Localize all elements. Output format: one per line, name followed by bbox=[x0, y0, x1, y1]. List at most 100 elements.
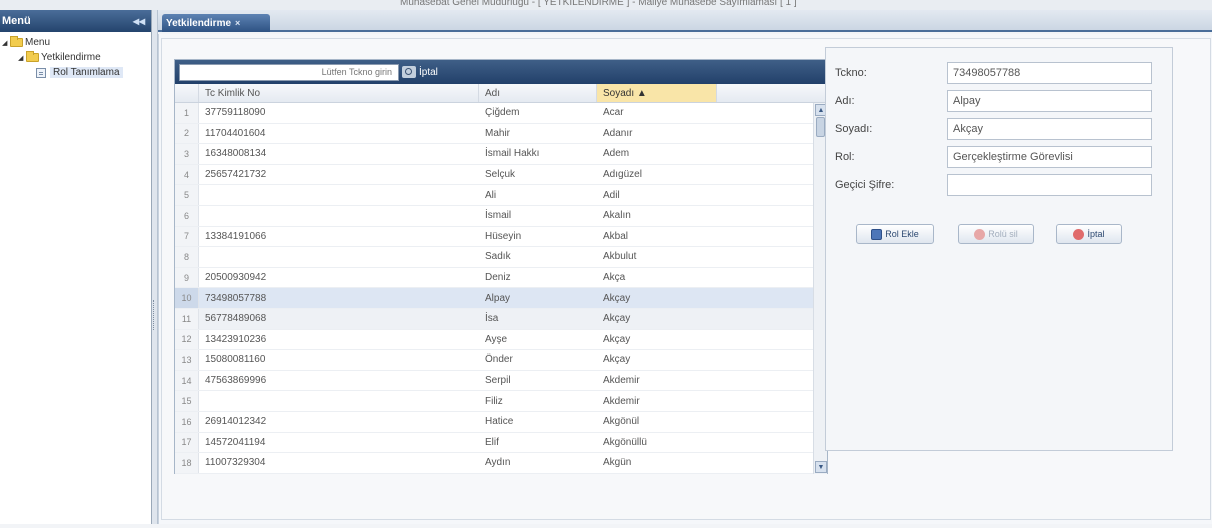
tc-cell: 73498057788 bbox=[205, 292, 267, 304]
row-number-cell: 15 bbox=[175, 391, 199, 411]
tree-expand-icon[interactable]: ◢ bbox=[2, 39, 10, 47]
form-row-adi: Adı: Alpay bbox=[835, 90, 1165, 112]
save-icon bbox=[871, 228, 883, 240]
table-row[interactable]: 5 Ali Adil bbox=[175, 185, 815, 206]
table-row[interactable]: 16 26914012342 Hatice Akgönül bbox=[175, 411, 815, 433]
rol-ekle-button[interactable]: Rol Ekle bbox=[856, 224, 934, 244]
tc-cell bbox=[199, 391, 479, 411]
tab-yetkilendirme[interactable]: Yetkilendirme × bbox=[162, 14, 270, 32]
table-row[interactable]: 3 16348008134 İsmail Hakkı Adem bbox=[175, 144, 815, 165]
table-row[interactable]: 4 25657421732 Selçuk Adıgüzel bbox=[175, 164, 815, 186]
tc-cell: 56778489068 bbox=[205, 313, 267, 325]
form-row-rol: Rol: Gerçekleştirme Görevlisi bbox=[835, 146, 1165, 168]
ad-cell: Sadık bbox=[485, 251, 511, 263]
grid-cancel-button[interactable]: İptal bbox=[419, 67, 438, 78]
table-row[interactable]: 17 14572041194 Elif Akgönüllü bbox=[175, 432, 815, 454]
soyad-cell: Akdemir bbox=[603, 375, 640, 387]
tc-cell: 20500930942 bbox=[205, 272, 267, 284]
table-row[interactable]: 12 13423910236 Ayşe Akçay bbox=[175, 329, 815, 351]
tree-item-rol-tanimlama[interactable]: Rol Tanımlama bbox=[0, 65, 151, 80]
tree-item-yetkilendirme[interactable]: ◢ Yetkilendirme bbox=[0, 50, 151, 65]
ad-cell: Ayşe bbox=[485, 333, 508, 345]
table-row[interactable]: 8 Sadık Akbulut bbox=[175, 247, 815, 268]
row-number-cell: 5 bbox=[175, 185, 199, 205]
table-row[interactable]: 10 73498057788 Alpay Akçay bbox=[175, 288, 815, 309]
soyad-cell: Akalın bbox=[603, 210, 631, 222]
gecici-sifre-field[interactable] bbox=[947, 174, 1152, 196]
content-panel: İptal Tc Kimlik No Adı Soyadı ▲ 1 3775911… bbox=[161, 38, 1211, 520]
row-number-cell: 7 bbox=[175, 226, 199, 247]
content-area: İptal Tc Kimlik No Adı Soyadı ▲ 1 3775911… bbox=[158, 34, 1212, 524]
row-number-cell: 13 bbox=[175, 350, 199, 370]
soyad-cell: Akbulut bbox=[603, 251, 637, 263]
menu-panel: Menü ◂◂ ◢ Menu ◢ Yetkilendirme Rol Tanım… bbox=[0, 10, 152, 524]
ad-cell: Mahir bbox=[485, 127, 511, 139]
soyad-cell: Akçay bbox=[603, 292, 631, 304]
tree-item-menu[interactable]: ◢ Menu bbox=[0, 35, 151, 50]
scroll-thumb[interactable] bbox=[816, 117, 825, 137]
ad-cell: Selçuk bbox=[485, 169, 516, 181]
adi-label: Adı: bbox=[835, 95, 855, 107]
row-number-cell: 8 bbox=[175, 247, 199, 267]
scroll-down-icon[interactable]: ▼ bbox=[815, 461, 827, 473]
table-row[interactable]: 13 15080081160 Önder Akçay bbox=[175, 350, 815, 371]
tab-close-icon[interactable]: × bbox=[235, 18, 240, 28]
form-row-gecici-sifre: Geçici Şifre: bbox=[835, 174, 1165, 196]
soyad-cell: Akgönüllü bbox=[603, 436, 647, 448]
soyad-cell: Akdemir bbox=[603, 395, 640, 407]
column-header-tc[interactable]: Tc Kimlik No bbox=[199, 84, 479, 102]
table-row[interactable]: 7 13384191066 Hüseyin Akbal bbox=[175, 226, 815, 248]
soyad-cell: Adıgüzel bbox=[603, 169, 642, 181]
ad-cell: Aydın bbox=[485, 457, 511, 469]
row-number-cell: 12 bbox=[175, 329, 199, 350]
tab-bar: Yetkilendirme × bbox=[158, 10, 1212, 32]
tckno-search-input[interactable] bbox=[179, 63, 399, 81]
tree-expand-icon[interactable]: ◢ bbox=[18, 54, 26, 62]
folder-icon bbox=[10, 36, 23, 47]
row-number-cell: 2 bbox=[175, 123, 199, 144]
row-number-cell: 4 bbox=[175, 164, 199, 185]
ad-cell: Elif bbox=[485, 436, 499, 448]
row-number-cell: 16 bbox=[175, 411, 199, 432]
search-icon[interactable] bbox=[402, 66, 416, 78]
ad-cell: İsmail bbox=[485, 210, 512, 222]
tree-item-label: Rol Tanımlama bbox=[50, 67, 123, 78]
table-row[interactable]: 11 56778489068 İsa Akçay bbox=[175, 308, 815, 330]
form-row-soyadi: Soyadı: Akçay bbox=[835, 118, 1165, 140]
table-row[interactable]: 18 11007329304 Aydın Akgün bbox=[175, 453, 815, 474]
collapse-panel-icon[interactable]: ◂◂ bbox=[133, 14, 145, 28]
tree-item-label: Yetkilendirme bbox=[41, 52, 101, 63]
soyadi-label: Soyadı: bbox=[835, 123, 873, 135]
tc-cell: 26914012342 bbox=[205, 416, 267, 428]
gecici-sifre-label: Geçici Şifre: bbox=[835, 179, 895, 191]
soyad-cell: Adil bbox=[603, 189, 620, 201]
tckno-field[interactable]: 73498057788 bbox=[947, 62, 1152, 84]
table-row[interactable]: 9 20500930942 Deniz Akça bbox=[175, 267, 815, 289]
tree-item-label: Menu bbox=[25, 37, 51, 48]
iptal-button[interactable]: İptal bbox=[1056, 224, 1122, 244]
window-titlebar: Muhasebat Genel Müdürlüğü - [ YETKİLENDİ… bbox=[0, 0, 1212, 10]
soyadi-field[interactable]: Akçay bbox=[947, 118, 1152, 140]
table-row[interactable]: 6 İsmail Akalın bbox=[175, 205, 815, 227]
rol-field[interactable]: Gerçekleştirme Görevlisi bbox=[947, 146, 1152, 168]
adi-field[interactable]: Alpay bbox=[947, 90, 1152, 112]
menu-title: Menü bbox=[2, 15, 31, 27]
row-number-cell: 14 bbox=[175, 370, 199, 391]
rol-sil-button[interactable]: Rolü sil bbox=[958, 224, 1034, 244]
tc-cell: 13384191066 bbox=[205, 230, 267, 242]
row-number-cell: 6 bbox=[175, 205, 199, 226]
splitter-grip[interactable] bbox=[153, 300, 156, 330]
ad-cell: İsa bbox=[485, 313, 499, 325]
table-row[interactable]: 14 47563869996 Serpil Akdemir bbox=[175, 370, 815, 392]
table-row[interactable]: 15 Filiz Akdemir bbox=[175, 391, 815, 412]
table-row[interactable]: 1 37759118090 Çiğdem Acar bbox=[175, 103, 815, 124]
soyad-cell: Akbal bbox=[603, 230, 629, 242]
soyad-cell: Akgönül bbox=[603, 416, 640, 428]
column-header-ad[interactable]: Adı bbox=[479, 84, 597, 102]
tckno-label: Tckno: bbox=[835, 67, 867, 79]
ad-cell: İsmail Hakkı bbox=[485, 148, 540, 160]
tc-cell bbox=[199, 247, 479, 267]
row-number-cell: 11 bbox=[175, 308, 199, 329]
table-row[interactable]: 2 11704401604 Mahir Adanır bbox=[175, 123, 815, 145]
column-header-soyad[interactable]: Soyadı ▲ bbox=[597, 84, 717, 102]
